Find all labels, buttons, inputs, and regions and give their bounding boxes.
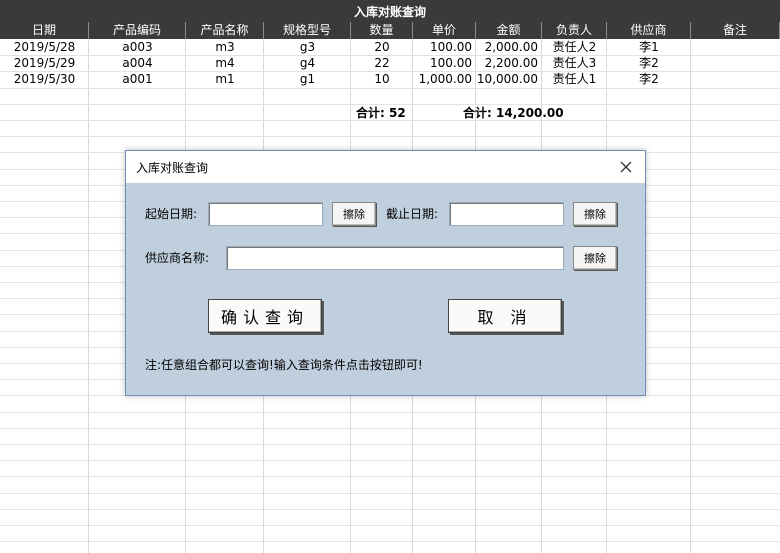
clear-supplier-button[interactable]: 擦除 bbox=[573, 246, 617, 270]
row-gridline bbox=[0, 525, 780, 526]
column-header[interactable]: 供应商 bbox=[607, 22, 691, 39]
header-row: 日期 产品编码 产品名称 规格型号 数量 单价 金额 负责人 供应商 备注 bbox=[0, 22, 780, 39]
column-header[interactable]: 单价 bbox=[413, 22, 476, 39]
query-dialog: 入库对账查询 起始日期: 擦除 截止日期: 擦除 供应商名称: 擦除 确认查询 … bbox=[125, 150, 646, 396]
table-cell[interactable]: a001 bbox=[89, 71, 186, 87]
qty-total: 合计: 52 bbox=[356, 104, 406, 121]
qty-total-label: 合计: bbox=[356, 106, 385, 120]
table-cell[interactable]: 2019/5/29 bbox=[0, 55, 89, 71]
row-gridline bbox=[0, 136, 780, 137]
table-cell[interactable]: 2019/5/28 bbox=[0, 39, 89, 55]
sheet-title: 入库对账查询 bbox=[0, 0, 780, 22]
table-cell[interactable]: m1 bbox=[186, 71, 264, 87]
table-cell[interactable] bbox=[691, 55, 780, 71]
table-cell[interactable]: a003 bbox=[89, 39, 186, 55]
table-cell[interactable]: a004 bbox=[89, 55, 186, 71]
row-gridline bbox=[0, 541, 780, 542]
row-gridline bbox=[0, 476, 780, 477]
table-cell[interactable]: g3 bbox=[264, 39, 351, 55]
column-header[interactable]: 金额 bbox=[476, 22, 542, 39]
table-cell[interactable] bbox=[691, 71, 780, 87]
table-cell[interactable]: g4 bbox=[264, 55, 351, 71]
row-gridline bbox=[0, 460, 780, 461]
table-cell[interactable]: 100.00 bbox=[413, 55, 476, 71]
table-cell[interactable]: g1 bbox=[264, 71, 351, 87]
clear-end-date-button[interactable]: 擦除 bbox=[573, 202, 617, 226]
column-header[interactable]: 数量 bbox=[351, 22, 413, 39]
dialog-note: 注:任意组合都可以查询!输入查询条件点击按钮即可! bbox=[145, 358, 423, 372]
close-button[interactable] bbox=[607, 151, 645, 183]
end-date-label: 截止日期: bbox=[386, 207, 439, 221]
column-header[interactable]: 产品编码 bbox=[89, 22, 186, 39]
table-cell[interactable]: 李2 bbox=[607, 71, 691, 87]
table-cell[interactable]: 100.00 bbox=[413, 39, 476, 55]
row-gridline bbox=[0, 412, 780, 413]
table-cell[interactable]: m3 bbox=[186, 39, 264, 55]
table-cell[interactable]: 2,200.00 bbox=[476, 55, 542, 71]
start-date-input[interactable] bbox=[208, 202, 323, 226]
amount-total-label: 合计: bbox=[463, 106, 492, 120]
close-icon bbox=[620, 161, 632, 173]
table-cell[interactable]: m4 bbox=[186, 55, 264, 71]
column-header[interactable]: 日期 bbox=[0, 22, 89, 39]
qty-total-value: 52 bbox=[389, 106, 406, 120]
supplier-label: 供应商名称: bbox=[145, 251, 210, 265]
table-cell[interactable]: 10 bbox=[351, 71, 413, 87]
dialog-title: 入库对账查询 bbox=[136, 161, 209, 175]
column-header[interactable]: 负责人 bbox=[542, 22, 607, 39]
confirm-query-button[interactable]: 确认查询 bbox=[208, 299, 322, 333]
column-header[interactable]: 备注 bbox=[691, 22, 780, 39]
table-cell[interactable]: 20 bbox=[351, 39, 413, 55]
table-cell[interactable]: 李1 bbox=[607, 39, 691, 55]
supplier-input[interactable] bbox=[226, 246, 564, 270]
row-gridline bbox=[0, 444, 780, 445]
row-gridline bbox=[0, 428, 780, 429]
amount-total-value: 14,200.00 bbox=[496, 106, 564, 120]
table-cell[interactable] bbox=[691, 39, 780, 55]
dialog-titlebar[interactable]: 入库对账查询 bbox=[126, 151, 645, 183]
column-header[interactable]: 规格型号 bbox=[264, 22, 351, 39]
table-cell[interactable]: 10,000.00 bbox=[476, 71, 542, 87]
table-cell[interactable]: 22 bbox=[351, 55, 413, 71]
column-header[interactable]: 产品名称 bbox=[186, 22, 264, 39]
table-cell[interactable]: 1,000.00 bbox=[413, 71, 476, 87]
table-cell[interactable]: 2019/5/30 bbox=[0, 71, 89, 87]
table-cell[interactable]: 责任人1 bbox=[542, 71, 607, 87]
amount-total: 合计: 14,200.00 bbox=[463, 104, 564, 121]
row-gridline bbox=[0, 509, 780, 510]
table-cell[interactable]: 责任人3 bbox=[542, 55, 607, 71]
row-gridline bbox=[0, 88, 780, 89]
row-gridline bbox=[0, 493, 780, 494]
end-date-input[interactable] bbox=[449, 202, 564, 226]
table-cell[interactable]: 2,000.00 bbox=[476, 39, 542, 55]
cancel-button[interactable]: 取 消 bbox=[448, 299, 562, 333]
start-date-label: 起始日期: bbox=[145, 207, 198, 221]
table-cell[interactable]: 责任人2 bbox=[542, 39, 607, 55]
clear-start-date-button[interactable]: 擦除 bbox=[332, 202, 376, 226]
table-cell[interactable]: 李2 bbox=[607, 55, 691, 71]
